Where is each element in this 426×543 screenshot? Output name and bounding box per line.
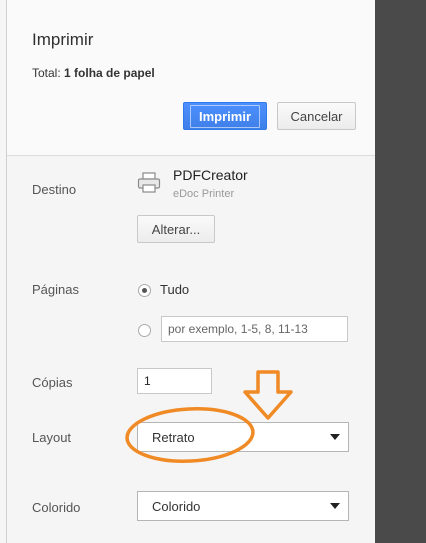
layout-selected-value: Retrato (152, 429, 195, 445)
destination-label: Destino (32, 182, 77, 197)
print-preview-area (375, 0, 426, 543)
print-button-label: Imprimir (189, 104, 260, 128)
total-label: Total: (32, 66, 61, 80)
color-dropdown-caret-icon (330, 503, 340, 509)
color-select[interactable]: Colorido (137, 491, 349, 521)
pages-all-label: Tudo (160, 282, 190, 297)
pages-all-radio[interactable] (138, 284, 151, 297)
printer-subtitle: eDoc Printer (173, 188, 235, 200)
layout-select[interactable]: Retrato (137, 422, 349, 452)
cancel-button[interactable]: Cancelar (277, 102, 356, 130)
dialog-header: Imprimir Total: 1 folha de papel Imprimi… (7, 0, 375, 156)
total-value: 1 folha de papel (64, 66, 155, 80)
color-label: Colorido (32, 500, 81, 515)
print-button[interactable]: Imprimir (183, 102, 267, 130)
copies-label: Cópias (32, 375, 73, 390)
copies-input[interactable]: 1 (137, 368, 212, 394)
printer-icon (137, 172, 161, 193)
sheet-total: Total: 1 folha de papel (32, 66, 155, 80)
pages-custom-input[interactable]: por exemplo, 1-5, 8, 11-13 (161, 316, 348, 342)
layout-dropdown-caret-icon (330, 434, 340, 440)
layout-label: Layout (32, 430, 72, 445)
pages-custom-radio[interactable] (138, 324, 151, 337)
change-destination-button[interactable]: Alterar... (137, 215, 215, 243)
pages-label: Páginas (32, 282, 79, 297)
print-settings-panel: Imprimir Total: 1 folha de papel Imprimi… (0, 0, 375, 543)
printer-name: PDFCreator (173, 167, 248, 183)
color-selected-value: Colorido (152, 498, 201, 514)
dialog-title: Imprimir (32, 30, 94, 49)
